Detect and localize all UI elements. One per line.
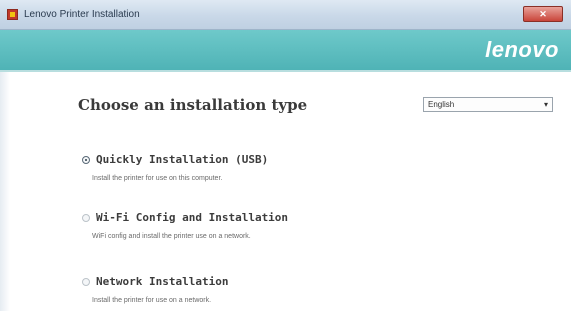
language-select-value: English — [428, 100, 455, 109]
brand-banner: lenovo — [0, 30, 571, 72]
app-icon — [7, 9, 18, 20]
option-description: Install the printer for use on this comp… — [92, 175, 223, 182]
language-select[interactable]: English ▾ — [423, 97, 553, 112]
window-title-bar: Lenovo Printer Installation ✕ — [0, 0, 571, 30]
window-title: Lenovo Printer Installation — [24, 9, 140, 20]
lenovo-logo: lenovo — [485, 37, 559, 62]
option-description: Install the printer for use on a network… — [92, 297, 212, 304]
chevron-down-icon: ▾ — [543, 100, 548, 109]
close-button[interactable]: ✕ — [523, 6, 563, 22]
window-controls: ✕ — [523, 6, 563, 22]
option-description: WiFi config and install the printer use … — [92, 233, 251, 240]
radio-quick-usb[interactable] — [82, 156, 90, 164]
page-title: Choose an installation type — [78, 96, 308, 114]
window-edge — [0, 72, 10, 311]
option-label: Network Installation — [96, 275, 229, 288]
option-label: Quickly Installation (USB) — [96, 153, 269, 166]
radio-wifi-config[interactable] — [82, 214, 90, 222]
radio-network[interactable] — [82, 278, 90, 286]
option-label: Wi-Fi Config and Installation — [96, 211, 289, 224]
